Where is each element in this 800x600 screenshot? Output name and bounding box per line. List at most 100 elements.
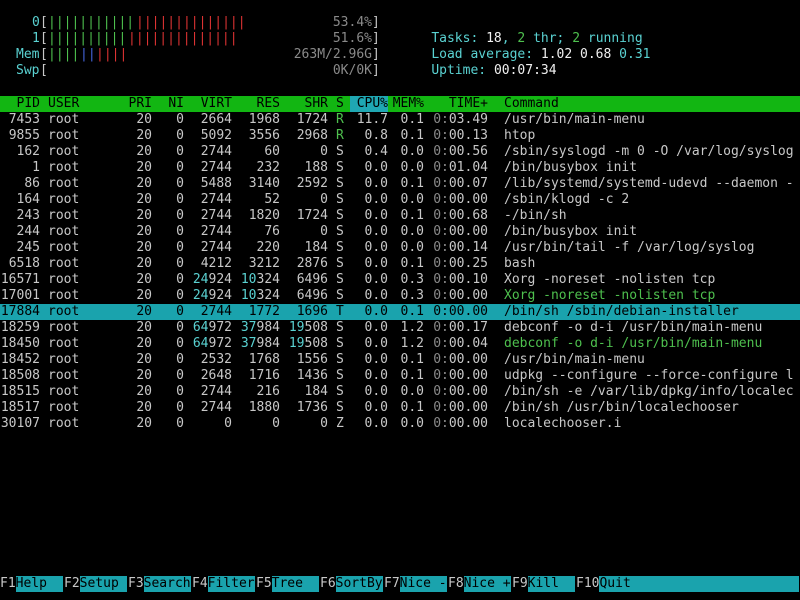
- col-command[interactable]: Command: [504, 96, 559, 112]
- cell-state: Z: [336, 416, 344, 431]
- cell-pid: 7453: [8, 112, 40, 127]
- cell-pid: 17001: [0, 288, 40, 303]
- table-row[interactable]: 86 root 20 0 5488 3140 2592 S 0.0 0.1 0:00.07/lib/…: [0, 176, 800, 192]
- cell-pri: 20: [136, 352, 152, 367]
- cell-cpu: 0.8: [364, 128, 388, 143]
- table-row[interactable]: 16571 root 20 0 24924 10324 6496 S 0.0 0.3 0:00.10…: [0, 272, 800, 288]
- table-row[interactable]: 245 root 20 0 2744 220 184 S 0.0 0.0 0:00.14/usr/b…: [0, 240, 800, 256]
- table-row[interactable]: 18515 root 20 0 2744 216 184 S 0.0 0.0 0:00.00/bin…: [0, 384, 800, 400]
- load-5min: 0.68: [580, 47, 612, 62]
- table-row[interactable]: 18508 root 20 0 2648 1716 1436 S 0.0 0.1 0:00.00 ud…: [0, 368, 800, 384]
- col-pid[interactable]: PID: [0, 96, 40, 112]
- fkey-f9[interactable]: F9Kill: [512, 576, 575, 592]
- fkey-key: F8: [448, 576, 464, 591]
- cell-user: root: [48, 224, 80, 239]
- table-row[interactable]: 244 root 20 0 2744 76 0 S 0.0 0.0 0:00.00/bin/busy…: [0, 224, 800, 240]
- cell-mem: 0.0: [400, 144, 424, 159]
- table-row[interactable]: 9855 root 20 0 5092 3556 2968 R 0.8 0.1 0:00.13 hto…: [0, 128, 800, 144]
- cell-time: 0:00.68: [433, 208, 488, 223]
- fkey-label: Tree: [271, 576, 319, 592]
- cell-ni: 0: [176, 336, 184, 351]
- fkey-f7[interactable]: F7Nice -: [384, 576, 447, 592]
- col-ni[interactable]: NI: [160, 96, 184, 112]
- cell-pid: 244: [16, 224, 40, 239]
- table-row[interactable]: 17884 root 20 0 2744 1772 1696 T 0.0 0.1 0:00.00/b…: [0, 304, 800, 320]
- fkey-key: F4: [192, 576, 208, 591]
- cell-cpu: 0.4: [364, 144, 388, 159]
- table-row[interactable]: 17001 root 20 0 24924 10324 6496 S 0.0 0.3 0:00.00…: [0, 288, 800, 304]
- table-row[interactable]: 18259 root 20 0 64972 37984 19508 S 0.0 1.2 0:00.1…: [0, 320, 800, 336]
- cell-ni: 0: [176, 384, 184, 399]
- fkey-f10[interactable]: F10Quit: [576, 576, 800, 592]
- fkey-f2[interactable]: F2Setup: [64, 576, 127, 592]
- cell-cpu: 0.0: [364, 224, 388, 239]
- cell-virt: 2744: [200, 208, 232, 223]
- cell-res: 1772: [248, 304, 280, 319]
- fkey-f8[interactable]: F8Nice +: [448, 576, 511, 592]
- fkey-f4[interactable]: F4Filter: [192, 576, 255, 592]
- cell-virt: 5092: [200, 128, 232, 143]
- table-row[interactable]: 7453 root 20 0 2664 1968 1724 R 11.7 0.1 0:03.49/u…: [0, 112, 800, 128]
- cell-pri: 20: [136, 288, 152, 303]
- cell-user: root: [48, 240, 80, 255]
- cell-cpu: 0.0: [364, 384, 388, 399]
- cell-time: 0:00.00: [433, 304, 488, 319]
- cell-cpu: 0.0: [364, 208, 388, 223]
- fkey-f6[interactable]: F6SortBy: [320, 576, 383, 592]
- table-row[interactable]: 6518 root 20 0 4212 3212 2876 S 0.0 0.1 0:00.25 bas…: [0, 256, 800, 272]
- cell-time: 0:03.49: [433, 112, 488, 127]
- cell-pid: 243: [16, 208, 40, 223]
- cell-cpu: 0.0: [364, 400, 388, 415]
- fkey-f1[interactable]: F1Help: [0, 576, 63, 592]
- col-shr[interactable]: SHR: [288, 96, 328, 112]
- cell-res: 3556: [248, 128, 280, 143]
- cell-state: S: [336, 144, 344, 159]
- cell-cpu: 0.0: [364, 320, 388, 335]
- fkey-key: F3: [128, 576, 144, 591]
- col-time[interactable]: TIME+: [432, 96, 488, 112]
- col-pri[interactable]: PRI: [120, 96, 152, 112]
- cell-user: root: [48, 304, 80, 319]
- cell-cpu: 0.0: [364, 304, 388, 319]
- table-row[interactable]: 18452 root 20 0 2532 1768 1556 S 0.0 0.1 0:00.00/u…: [0, 352, 800, 368]
- cell-pri: 20: [136, 128, 152, 143]
- cell-virt: 2532: [200, 352, 232, 367]
- cell-virt: 64972: [192, 336, 232, 351]
- cell-mem: 0.1: [400, 208, 424, 223]
- cell-time: 0:00.00: [433, 416, 488, 431]
- fkey-f3[interactable]: F3Search: [128, 576, 191, 592]
- cell-shr: 6496: [296, 288, 328, 303]
- col-virt[interactable]: VIRT: [192, 96, 232, 112]
- cell-virt: 5488: [200, 176, 232, 191]
- table-row[interactable]: 18450 root 20 0 64972 37984 19508 S 0.0 1.2 0:00.0…: [0, 336, 800, 352]
- table-row[interactable]: 30107 root 20 0 0 0 0 Z 0.0 0.0 0:00.00 localechoos…: [0, 416, 800, 432]
- fkey-key: F10: [576, 576, 600, 591]
- cell-virt: 2744: [200, 224, 232, 239]
- table-row[interactable]: 164 root 20 0 2744 52 0 S 0.0 0.0 0:00.00/sbin/klo…: [0, 192, 800, 208]
- load-average: Load average: 1.02 0.68 0.31: [400, 31, 650, 62]
- table-row[interactable]: 1 root 20 0 2744 232 188 S 0.0 0.0 0:01.04/bin/bus…: [0, 160, 800, 176]
- cell-state: S: [336, 240, 344, 255]
- cpu1-value: 51.6%: [332, 31, 372, 46]
- col-user[interactable]: USER: [48, 96, 79, 112]
- table-row[interactable]: 243 root 20 0 2744 1820 1724 S 0.0 0.1 0:00.68 -/bi…: [0, 208, 800, 224]
- fkey-f5[interactable]: F5Tree: [256, 576, 319, 592]
- mem-bar-green: ||||: [48, 47, 80, 62]
- table-row[interactable]: 162 root 20 0 2744 60 0 S 0.4 0.0 0:00.56/sbin/sys…: [0, 144, 800, 160]
- col-mem[interactable]: MEM%: [388, 96, 424, 112]
- cell-command: bash: [504, 256, 536, 271]
- cell-virt: 4212: [200, 256, 232, 271]
- cell-shr: 188: [304, 160, 328, 175]
- cell-ni: 0: [176, 416, 184, 431]
- cell-user: root: [48, 336, 80, 351]
- table-row[interactable]: 18517 root 20 0 2744 1880 1736 S 0.0 0.1 0:00.00/b…: [0, 400, 800, 416]
- col-state[interactable]: S: [336, 96, 344, 112]
- col-cpu[interactable]: CPU%: [350, 96, 388, 112]
- cell-user: root: [48, 256, 80, 271]
- cell-shr: 1696: [296, 304, 328, 319]
- cpu0-value: 53.4%: [332, 15, 372, 30]
- cell-pid: 164: [16, 192, 40, 207]
- col-res[interactable]: RES: [240, 96, 280, 112]
- cell-cpu: 0.0: [364, 336, 388, 351]
- fkey-key: F9: [512, 576, 528, 591]
